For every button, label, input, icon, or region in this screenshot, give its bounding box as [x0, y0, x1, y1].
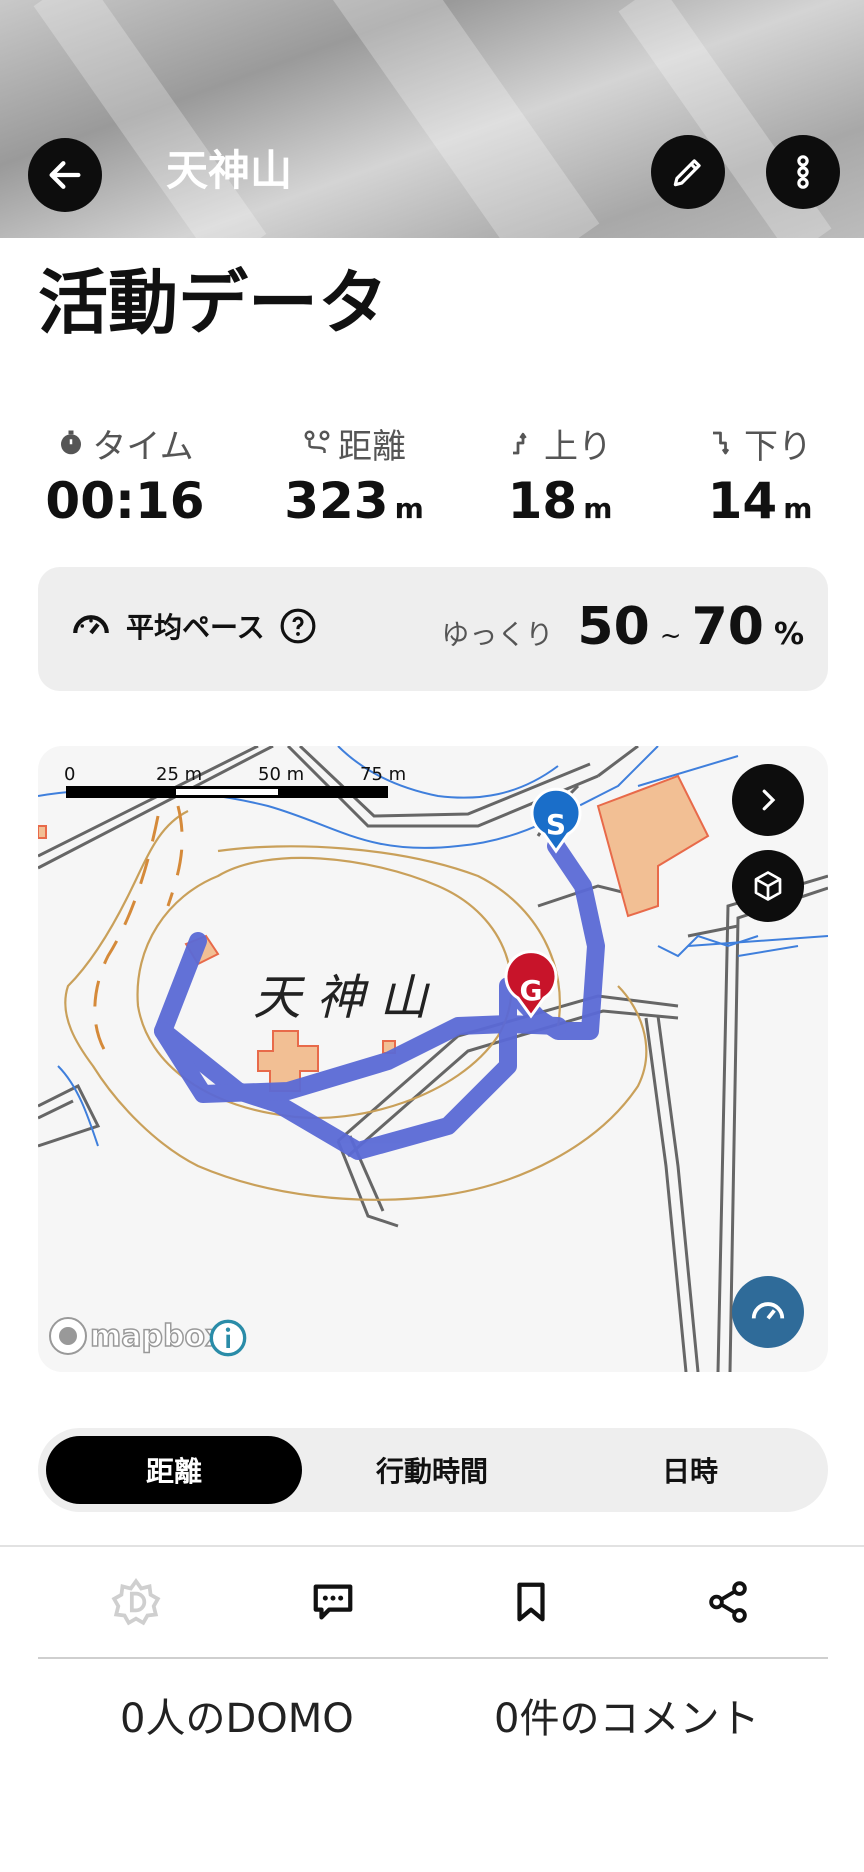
domo-count[interactable]: 0人のDOMO: [120, 1686, 354, 1744]
map-expand-button[interactable]: [732, 764, 804, 836]
route-map[interactable]: 0 25 m 50 m 75 m 天 神 山 S G mapbox: [38, 746, 828, 1372]
mapbox-logo: mapbox: [49, 1317, 225, 1355]
stat-label: 上り: [544, 426, 612, 467]
place-name-label: 天 神 山: [253, 970, 431, 1026]
stat-unit: m: [583, 492, 613, 525]
speedometer-icon: [751, 1302, 785, 1320]
comment-button[interactable]: [301, 1570, 365, 1634]
tab-activity-time[interactable]: 行動時間: [304, 1436, 560, 1504]
stat-distance: 距離 323 m: [274, 420, 434, 527]
ascent-arrow-icon: [513, 432, 527, 455]
pace-unit: %: [773, 617, 804, 652]
svg-text:S: S: [546, 808, 566, 841]
descent-arrow-icon: [713, 431, 730, 455]
chart-axis-selector: 距離 行動時間 日時: [38, 1428, 828, 1512]
background-streak: [330, 0, 600, 238]
more-options-button[interactable]: [766, 135, 840, 209]
stat-label: タイム: [92, 426, 194, 467]
stat-time: タイム 00:16: [40, 420, 210, 527]
header-background: [0, 0, 864, 238]
stat-value: 18: [507, 472, 578, 530]
section-title: 活動データ: [38, 262, 388, 344]
comment-count[interactable]: 0件のコメント: [494, 1686, 759, 1744]
help-button[interactable]: [279, 607, 317, 645]
stat-descent: 下り 14 m: [680, 420, 840, 527]
stat-label: 下り: [744, 426, 812, 467]
pace-high: 70: [691, 597, 764, 657]
scale-label: 75 m: [360, 764, 406, 785]
tab-datetime[interactable]: 日時: [562, 1436, 818, 1504]
stat-ascent: 上り 18 m: [480, 420, 640, 527]
more-vertical-icon: [797, 155, 809, 189]
chevron-right-icon: [762, 789, 776, 811]
3d-view-button[interactable]: [732, 850, 804, 922]
share-icon: [709, 1581, 747, 1623]
stat-value: 14: [707, 472, 778, 530]
edit-button[interactable]: [651, 135, 725, 209]
stat-value: 00:16: [45, 472, 205, 530]
pace-map-toggle[interactable]: [732, 1276, 804, 1348]
pace-speed-word: ゆっくり: [441, 618, 554, 651]
stat-label: 距離: [338, 426, 406, 467]
divider: [38, 1657, 828, 1659]
question-circle-icon: [280, 608, 316, 644]
tab-distance[interactable]: 距離: [46, 1436, 302, 1504]
stat-unit: m: [783, 492, 813, 525]
domo-button[interactable]: [104, 1570, 168, 1634]
page-title: 天神山: [166, 146, 293, 195]
map-canvas: 0 25 m 50 m 75 m 天 神 山 S G mapbox: [38, 746, 828, 1372]
divider: [0, 1545, 864, 1547]
pencil-icon: [673, 159, 701, 187]
engagement-counts: 0人のDOMO 0件のコメント: [0, 1686, 864, 1746]
comment-icon: [313, 1584, 353, 1620]
arrow-left-icon: [49, 161, 81, 189]
domo-icon: [111, 1577, 161, 1626]
info-button[interactable]: [208, 1318, 248, 1358]
pace-low: 50: [577, 597, 650, 657]
scale-label: 50 m: [258, 764, 304, 785]
stat-value: 323: [284, 472, 389, 530]
pace-tilde: ~: [659, 621, 682, 651]
pace-label: 平均ペース: [126, 611, 265, 644]
bookmark-button[interactable]: [499, 1570, 563, 1634]
info-icon: [209, 1319, 247, 1357]
start-marker: S: [530, 787, 582, 854]
action-bar: [0, 1570, 864, 1640]
svg-text:mapbox: mapbox: [90, 1319, 224, 1354]
scale-label: 25 m: [156, 764, 202, 785]
share-button[interactable]: [696, 1570, 760, 1634]
stats-row: タイム 00:16 距離 323 m 上り 18 m 下り 14 m: [30, 420, 834, 540]
stopwatch-icon: [61, 430, 82, 455]
back-button[interactable]: [28, 138, 102, 212]
scale-label: 0: [64, 764, 75, 785]
stat-unit: m: [394, 492, 424, 525]
svg-text:G: G: [520, 974, 543, 1007]
bookmark-icon: [517, 1582, 545, 1622]
cube-icon: [754, 871, 782, 901]
route-pin-icon: [304, 430, 330, 453]
average-pace-card: 平均ペース ゆっくり 50 ~ 70 %: [38, 567, 828, 691]
speedometer-icon: [73, 615, 109, 635]
